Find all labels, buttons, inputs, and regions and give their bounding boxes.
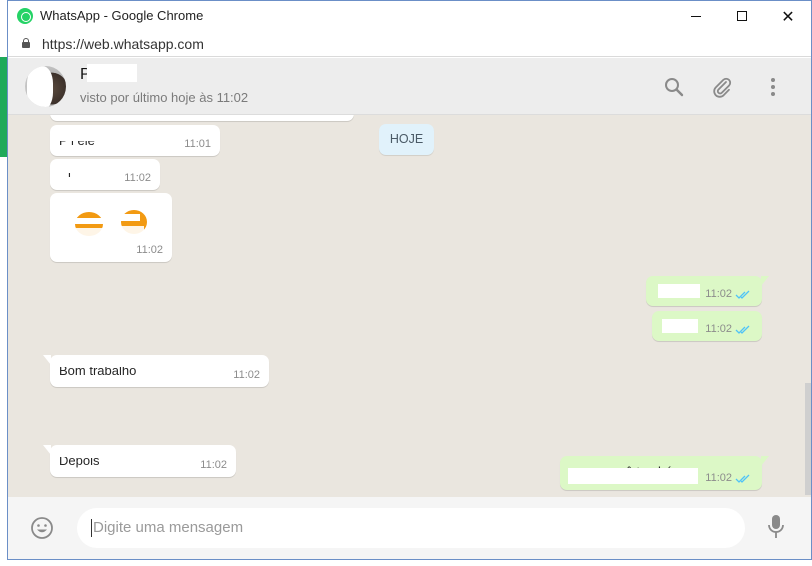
read-receipt-icon: [735, 290, 750, 299]
message-list[interactable]: HOJE P i ele 11:01 i 11:02: [8, 115, 804, 497]
message-bubble-outgoing[interactable]: cê também 11:02: [560, 456, 769, 490]
message-time: 11:02: [233, 369, 260, 381]
message-time: 11:01: [184, 138, 211, 150]
bubble-tail: [43, 445, 51, 455]
paperclip-icon[interactable]: [711, 76, 733, 98]
whatsapp-logo-icon: [17, 8, 33, 24]
bubble-tail: [761, 276, 769, 286]
emoji-sticker-icon: [74, 210, 147, 238]
close-button[interactable]: ✕: [765, 1, 811, 31]
message-bubble[interactable]: i 11:02: [50, 159, 160, 190]
text-caret: [91, 519, 92, 537]
redaction-mask: [56, 357, 176, 367]
whatsapp-page: P i il visto por último hoje às 11:02 HO…: [8, 58, 811, 559]
message-input[interactable]: Digite uma mensagem: [77, 508, 745, 548]
message-bubble[interactable]: [50, 115, 354, 121]
chat-header[interactable]: P i il visto por último hoje às 11:02: [8, 58, 811, 115]
bubble-tail: [761, 456, 769, 466]
redaction-mask: [662, 319, 698, 333]
redaction-mask: [56, 447, 126, 457]
more-vertical-icon[interactable]: [762, 76, 784, 98]
close-icon: ✕: [781, 6, 795, 26]
message-bubble-outgoing[interactable]: 11:02: [646, 276, 769, 306]
window-title: WhatsApp - Google Chrome: [40, 8, 204, 23]
search-icon[interactable]: [663, 76, 685, 98]
scrollbar-thumb[interactable]: [805, 383, 811, 495]
last-seen-status: visto por último hoje às 11:02: [80, 90, 249, 105]
maximize-button[interactable]: [719, 1, 765, 31]
message-time: 11:02: [124, 172, 151, 184]
message-time: 11:02: [705, 323, 732, 335]
message-bubble-outgoing[interactable]: 11:02: [652, 311, 762, 341]
message-bubble[interactable]: Bom trabalho 11:02: [43, 355, 269, 387]
address-bar[interactable]: https://web.whatsapp.com: [8, 31, 811, 57]
message-time: 11:02: [705, 472, 732, 484]
redaction-mask: [658, 284, 700, 298]
message-time: 11:02: [200, 459, 227, 471]
read-receipt-icon: [735, 474, 750, 483]
read-receipt-icon: [735, 325, 750, 334]
compose-bar: Digite uma mensagem: [8, 497, 811, 559]
redaction-mask: [568, 468, 698, 484]
message-input-placeholder: Digite uma mensagem: [93, 519, 244, 536]
browser-window: WhatsApp - Google Chrome ✕ https://web.w…: [7, 0, 812, 560]
message-time: 11:02: [705, 288, 732, 300]
url-text[interactable]: https://web.whatsapp.com: [42, 36, 204, 52]
lock-icon: [22, 38, 30, 48]
message-bubble[interactable]: Depois 11:02: [43, 445, 236, 477]
minimize-button[interactable]: [673, 1, 719, 31]
redaction-mask: [87, 64, 137, 82]
emoji-icon[interactable]: [30, 516, 54, 540]
message-scrollbar[interactable]: [805, 115, 811, 497]
message-time: 11:02: [136, 244, 163, 256]
message-bubble[interactable]: P i ele 11:01: [50, 125, 220, 156]
microphone-icon[interactable]: [767, 514, 785, 540]
bubble-tail: [43, 355, 51, 365]
avatar[interactable]: [25, 66, 66, 107]
date-divider: HOJE: [379, 124, 434, 155]
message-bubble[interactable]: 11:02: [50, 193, 172, 262]
title-bar[interactable]: WhatsApp - Google Chrome ✕: [8, 1, 811, 31]
redaction-mask: [56, 161, 76, 173]
redaction-mask: [56, 127, 142, 141]
